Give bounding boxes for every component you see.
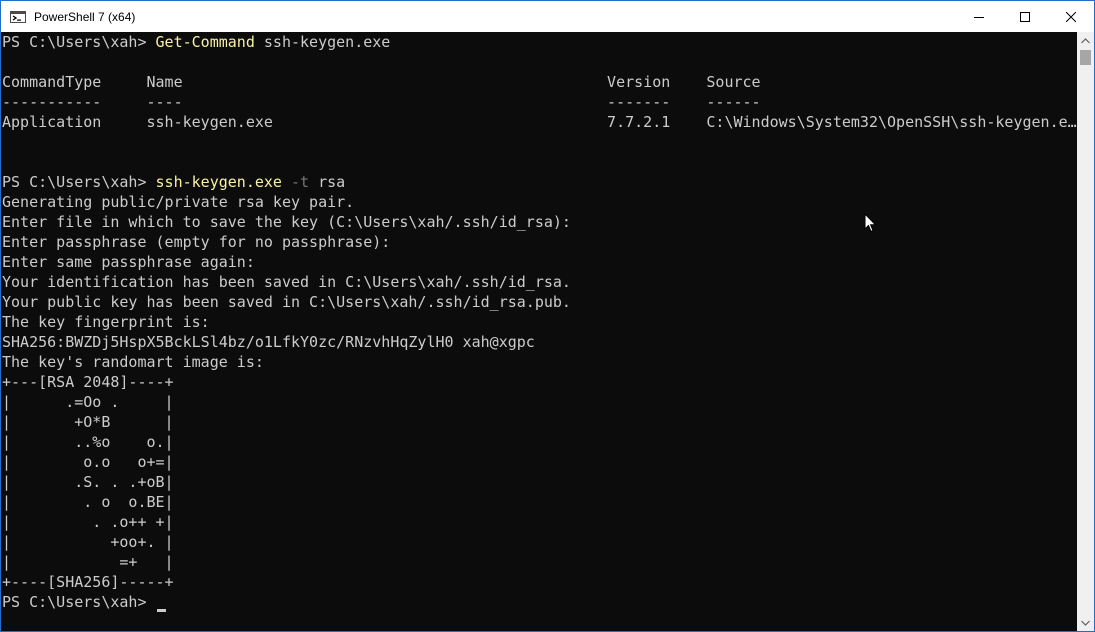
command-parameter: -t [281, 173, 310, 191]
command-argument: rsa [309, 173, 346, 191]
output-line: Enter file in which to save the key (C:\… [2, 213, 571, 231]
scroll-down-arrow-icon [1081, 620, 1090, 626]
randomart-line: | +O*B | [2, 413, 174, 431]
scrollbar-thumb[interactable] [1080, 50, 1091, 65]
caption-buttons [956, 1, 1094, 32]
vertical-scrollbar[interactable] [1077, 32, 1094, 631]
randomart-line: | =+ | [2, 553, 174, 571]
powershell-app-icon[interactable] [10, 9, 26, 25]
maximize-icon [1020, 11, 1030, 22]
table-header: CommandType Name Version Source [2, 73, 761, 91]
randomart-line: | .=Oo . | [2, 393, 174, 411]
window-title: PowerShell 7 (x64) [34, 9, 136, 24]
scroll-up-button[interactable] [1077, 32, 1094, 49]
randomart-line: | . .o++ +| [2, 513, 174, 531]
output-line: Generating public/private rsa key pair. [2, 193, 355, 211]
prompt-line-3[interactable]: PS C:\Users\xah> [2, 592, 166, 612]
output-line: Your public key has been saved in C:\Use… [2, 293, 571, 311]
title-bar[interactable]: PowerShell 7 (x64) [1, 1, 1094, 32]
prompt-text: PS C:\Users\xah> [2, 33, 156, 51]
command-argument: ssh-keygen.exe [254, 33, 391, 51]
output-line: The key's randomart image is: [2, 353, 264, 371]
close-icon [1066, 11, 1076, 22]
randomart-line: | +oo+. | [2, 533, 174, 551]
terminal-output[interactable]: PS C:\Users\xah> Get-Command ssh-keygen.… [1, 32, 1077, 631]
randomart-line: +---[RSA 2048]----+ [2, 373, 174, 391]
table-row: Application ssh-keygen.exe 7.7.2.1 C:\Wi… [2, 113, 1077, 131]
randomart-line: | o.o o+=| [2, 453, 174, 471]
fingerprint-line: SHA256:BWZDj5HspX5BckLSl4bz/o1LfkY0zc/RN… [2, 333, 535, 351]
randomart-line: | ..%o o.| [2, 433, 174, 451]
minimize-icon [974, 16, 984, 18]
prompt-text: PS C:\Users\xah> [2, 173, 156, 191]
output-line: Enter same passphrase again: [2, 253, 255, 271]
output-line: The key fingerprint is: [2, 313, 210, 331]
minimize-button[interactable] [956, 1, 1002, 32]
text-cursor [156, 609, 166, 612]
prompt-text: PS C:\Users\xah> [2, 593, 156, 611]
maximize-button[interactable] [1002, 1, 1048, 32]
close-button[interactable] [1048, 1, 1094, 32]
output-line: Your identification has been saved in C:… [2, 273, 571, 291]
command-name: ssh-keygen.exe [155, 173, 282, 191]
table-separator: ----------- ---- ------- ------ [2, 93, 761, 111]
scroll-up-arrow-icon [1081, 37, 1090, 43]
randomart-line: | .S. . .+oB| [2, 473, 174, 491]
scroll-down-button[interactable] [1077, 614, 1094, 631]
powershell-window: PowerShell 7 (x64) PS C:\Users\xah> Get-… [0, 0, 1095, 632]
randomart-line: +----[SHA256]-----+ [2, 573, 174, 591]
randomart-line: | . o o.BE| [2, 493, 174, 511]
command-name: Get-Command [155, 33, 255, 51]
prompt-line-1: PS C:\Users\xah> Get-Command ssh-keygen.… [2, 32, 390, 52]
mouse-pointer-icon [864, 213, 877, 233]
output-line: Enter passphrase (empty for no passphras… [2, 233, 391, 251]
prompt-line-2: PS C:\Users\xah> ssh-keygen.exe -t rsa [2, 172, 345, 192]
